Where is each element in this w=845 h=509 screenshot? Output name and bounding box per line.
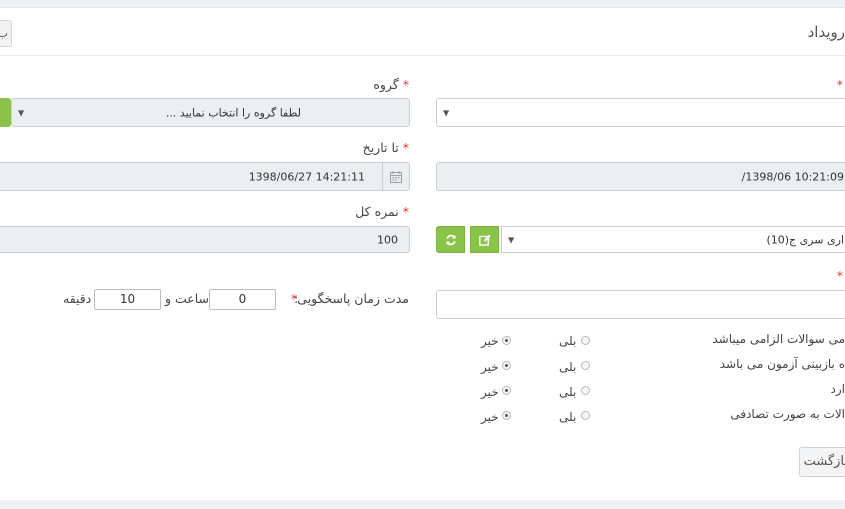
form-card [0,7,845,500]
option-label: ه بازبینی آزمون می باشد [719,357,845,371]
back-button[interactable]: بازگشت [799,447,845,477]
refresh-icon [446,234,456,246]
response-time-label: مدت زمان پاسخگویی* [290,291,409,306]
to-date-input[interactable]: 14:21:11 1398/06/27 [0,162,410,191]
option-no-radio[interactable] [502,336,511,345]
option-no-label: خیر [481,385,499,399]
series-select[interactable]: ▼ اری سری ج(10) [501,226,845,253]
option-yes-label: بلی [559,385,577,399]
edit-button[interactable] [470,226,499,253]
group-select-placeholder: لطفا گروه را انتخاب نمایید ... [165,106,301,119]
caret-down-icon: ▼ [18,108,25,117]
series-select-value: اری سری ج(10) [766,233,844,246]
group-label-text: گروه [373,77,399,92]
option-no-radio[interactable] [502,411,511,420]
hours-input[interactable]: 0 [209,289,276,310]
caret-down-icon: ▼ [443,108,450,117]
group-label: * گروه [373,77,409,92]
caret-down-icon: ▼ [508,235,515,244]
from-date-value: 10:21:09 1398/06/ [741,170,844,183]
minutes-input[interactable]: 10 [94,289,161,310]
option-yes-radio[interactable] [581,386,590,395]
edit-icon [479,234,491,246]
option-yes-radio[interactable] [581,361,590,370]
hours-unit: ساعت و [165,291,210,306]
group-required-mark: * [402,77,409,92]
page-title: رویداد [807,23,845,41]
right-text-input[interactable] [436,290,845,319]
right-select[interactable]: ▼ [436,98,845,127]
option-label: الات به صورت تصادفی [730,407,845,421]
option-label: می سوالات الزامی میباشد [712,332,845,346]
right-text-required-mark: * [836,268,843,283]
to-date-value: 14:21:11 1398/06/27 [248,170,365,183]
group-select[interactable]: ▼ لطفا گروه را انتخاب نمایید ... [11,98,410,127]
option-no-radio[interactable] [502,361,511,370]
option-yes-radio[interactable] [581,336,590,345]
option-no-label: خیر [481,334,499,348]
option-label: ارد [830,382,845,396]
option-yes-label: بلی [559,334,577,348]
response-time-colon: : [294,291,299,306]
total-score-label: * نمره کل [355,204,409,219]
group-add-button[interactable] [0,98,11,127]
refresh-button[interactable] [436,226,465,253]
calendar-icon[interactable] [382,163,409,190]
right-select-required-mark: * [836,77,843,92]
option-yes-radio[interactable] [581,411,590,420]
to-date-label: * تا تاریخ [362,140,409,155]
top-action-button[interactable]: ب [0,20,12,47]
minutes-unit: دقیقه [63,291,92,306]
option-yes-label: بلی [559,360,577,374]
from-date-input[interactable]: 10:21:09 1398/06/ [436,162,845,191]
total-score-input[interactable]: 100 [0,226,410,253]
option-yes-label: بلی [559,410,577,424]
option-no-label: خیر [481,360,499,374]
option-no-label: خیر [481,410,499,424]
header-divider [0,55,845,56]
option-no-radio[interactable] [502,386,511,395]
total-score-value: 100 [377,233,398,246]
